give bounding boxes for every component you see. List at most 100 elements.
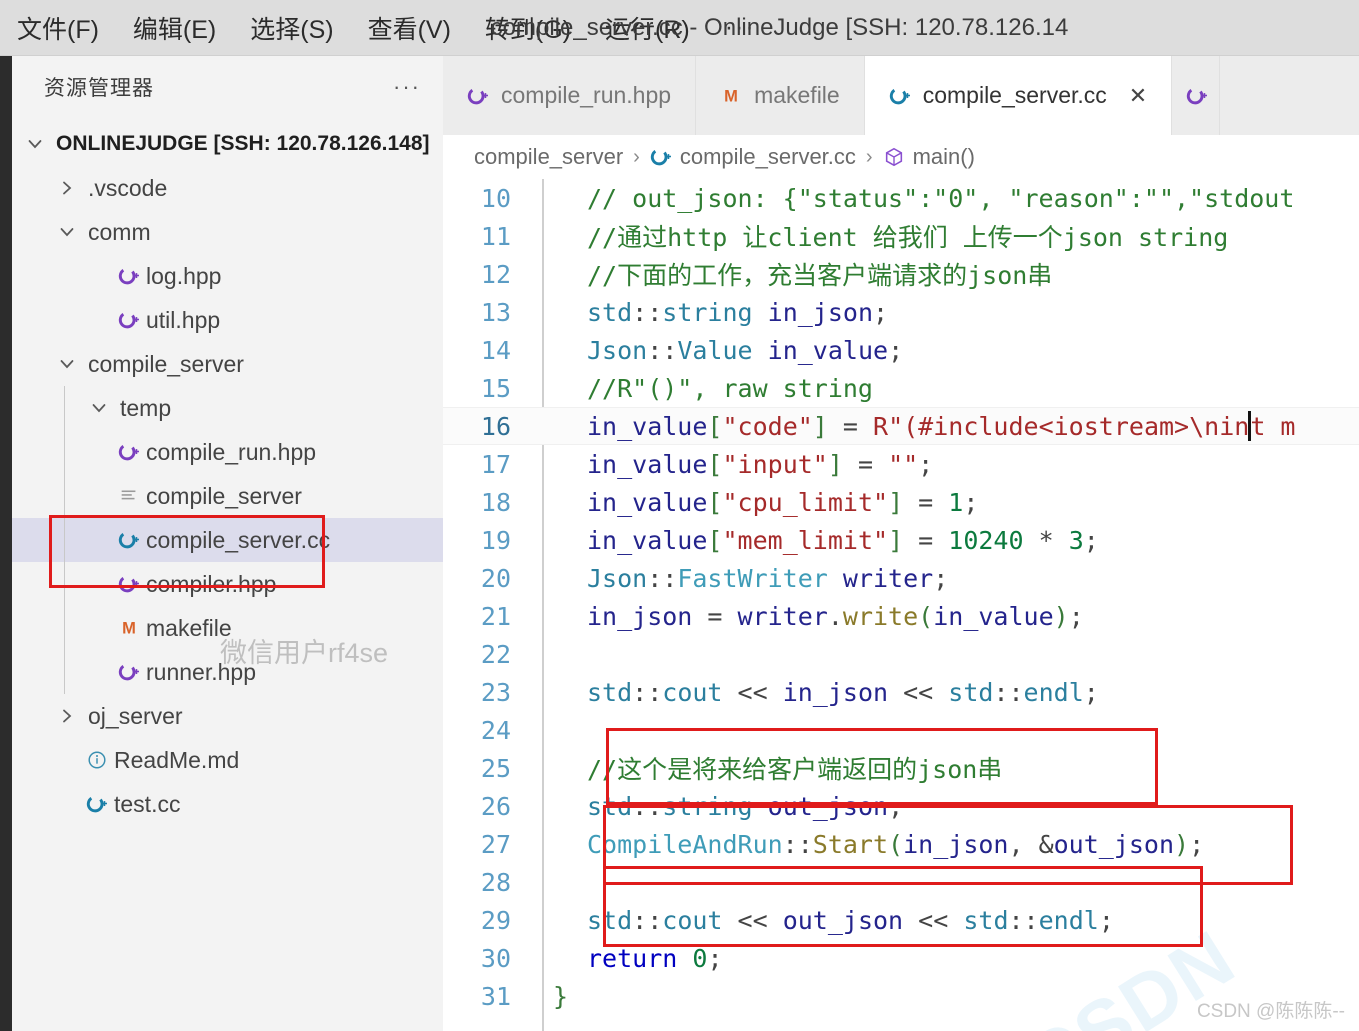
line-number: 19 (480, 525, 511, 555)
menu-run[interactable]: 运行(R) (588, 10, 707, 46)
line-number: 10 (480, 183, 511, 213)
tree-item-vscode[interactable]: .vscode (12, 166, 443, 210)
code-editor[interactable]: 10// out_json: {"status":"0", "reason":"… (443, 179, 1359, 1031)
code-token: = (827, 412, 874, 441)
tree-item-test-cc[interactable]: test.cc (12, 782, 443, 826)
code-line-24[interactable]: 24 (443, 711, 1359, 749)
code-token: << (722, 905, 783, 935)
tree-item-onlinejudge-ssh-120-78-126-148[interactable]: ONLINEJUDGE [SSH: 120.78.126.148] (12, 122, 443, 166)
code-line-22[interactable]: 22 (443, 635, 1359, 673)
code-token: :: (647, 563, 678, 593)
editor-tab-compile-server-cc[interactable]: compile_server.cc ✕ (864, 56, 1173, 135)
code-line-14[interactable]: 14 Json::Value in_value; (443, 331, 1359, 369)
explorer-title: 资源管理器 (44, 77, 154, 100)
code-line-20[interactable]: 20 Json::FastWriter writer; (443, 559, 1359, 597)
code-line-11[interactable]: 11 //通过http 让client 给我们 上传一个json string (443, 217, 1359, 255)
editor-tab-makefile[interactable]: Mmakefile (696, 56, 865, 135)
code-token: ; (933, 563, 949, 593)
code-token: 3 (1068, 525, 1084, 555)
chevron-down-icon[interactable] (54, 355, 80, 373)
tree-item-comm[interactable]: comm (12, 210, 443, 254)
tree-item-oj-server[interactable]: oj_server (12, 694, 443, 738)
tree-item-compiler-hpp[interactable]: compiler.hpp (12, 562, 443, 606)
code-token: return (587, 943, 678, 973)
tree-item-log-hpp[interactable]: log.hpp (12, 254, 443, 298)
menu-view[interactable]: 查看(V) (351, 10, 468, 46)
code-line-27[interactable]: 27 CompileAndRun::Start(in_json, &out_jso… (443, 825, 1359, 863)
code-line-content: //R"()", raw string (529, 374, 873, 403)
code-token: ] (812, 412, 828, 441)
tree-item-label: oj_server (88, 702, 183, 729)
code-token: out_json (767, 791, 889, 821)
chevron-right-icon[interactable] (54, 179, 80, 197)
csdn-watermark: CSDN @陈陈陈-- (1196, 1001, 1345, 1022)
breadcrumb-item-compile-server[interactable]: compile_server (474, 144, 623, 170)
code-line-23[interactable]: 23 std::cout << in_json << std::endl; (443, 673, 1359, 711)
menu-edit[interactable]: 编辑(E) (116, 10, 233, 46)
chevron-right-icon[interactable] (54, 707, 80, 725)
tree-item-compile-server[interactable]: compile_server (12, 342, 443, 386)
code-line-19[interactable]: 19 in_value["mem_limit"] = 10240 * 3; (443, 521, 1359, 559)
menu-file[interactable]: 文件(F) (0, 10, 116, 46)
code-token: "input" (722, 449, 828, 479)
code-token: ; (888, 335, 904, 365)
tree-item-temp[interactable]: temp (12, 386, 443, 430)
chevron-down-icon[interactable] (86, 399, 112, 417)
code-line-18[interactable]: 18 in_value["cpu_limit"] = 1; (443, 483, 1359, 521)
code-token: ] (827, 449, 843, 479)
menu-selection[interactable]: 选择(S) (233, 10, 350, 46)
code-token: << (722, 677, 783, 707)
code-token: in_value (587, 487, 708, 517)
code-token: endl (1038, 905, 1099, 935)
breadcrumb-item-compile-server-cc[interactable]: compile_server.cc (650, 144, 856, 170)
code-token: ] (888, 525, 904, 555)
menu-overflow-icon[interactable]: ··· (707, 13, 774, 42)
code-token: << (888, 677, 949, 707)
tree-item-readme-md[interactable]: ReadMe.md (12, 738, 443, 782)
line-number: 27 (480, 829, 511, 859)
code-line-16[interactable]: 16 in_value["code"] = R"(#include<iostrea… (443, 407, 1359, 445)
code-line-25[interactable]: 25 //这个是将来给客户端返回的json串 (443, 749, 1359, 787)
code-line-28[interactable]: 28 (443, 863, 1359, 901)
tab-close-icon[interactable]: ✕ (1129, 83, 1147, 109)
breadcrumb-item-main[interactable]: main() (883, 144, 975, 170)
code-token: endl (1023, 677, 1084, 707)
editor-group: compile_run.hpp Mmakefile compile_server.c… (443, 56, 1359, 1031)
code-token: in_value (587, 449, 708, 479)
activity-bar[interactable] (0, 56, 12, 1031)
chevron-down-icon[interactable] (54, 223, 80, 241)
tree-item-compile-run-hpp[interactable]: compile_run.hpp (12, 430, 443, 474)
code-token: string (662, 791, 753, 821)
code-token: ; (873, 297, 889, 327)
editor-tab-label: compile_server.cc (922, 82, 1107, 108)
tree-item-util-hpp[interactable]: util.hpp (12, 298, 443, 342)
code-line-12[interactable]: 12 //下面的工作，充当客户端请求的json串 (443, 255, 1359, 293)
vscode-window: 文件(F) 编辑(E) 选择(S) 查看(V) 转到(G) 运行(R) ··· compil… (0, 0, 1359, 1031)
code-line-29[interactable]: 29 std::cout << out_json << std::endl; (443, 901, 1359, 939)
code-token: :: (782, 829, 813, 859)
code-line-15[interactable]: 15 //R"()", raw string (443, 369, 1359, 407)
code-line-content: return 0; (529, 944, 723, 973)
editor-tab-compile-run-hpp[interactable]: compile_run.hpp (443, 56, 697, 135)
code-token: . (827, 601, 843, 631)
code-token: in_json (767, 297, 873, 327)
code-line-10[interactable]: 10 // out_json: {"status":"0", "reason":"… (443, 179, 1359, 217)
code-line-17[interactable]: 17 in_value["input"] = ""; (443, 445, 1359, 483)
tree-item-compile-server-cc[interactable]: compile_server.cc (12, 518, 443, 562)
explorer-more-actions-icon[interactable]: ··· (393, 74, 421, 100)
code-token: //下面的工作，充当客户端请求的json串 (587, 261, 1053, 290)
editor-tab-overflow[interactable] (1172, 56, 1221, 135)
code-token: = (692, 601, 738, 631)
code-token: ; (1083, 677, 1099, 707)
line-number: 23 (480, 677, 511, 707)
code-token: writer (737, 601, 828, 631)
menu-go[interactable]: 转到(G) (468, 10, 588, 46)
chevron-down-icon[interactable] (22, 135, 48, 153)
code-line-26[interactable]: 26 std::string out_json; (443, 787, 1359, 825)
code-token: Value (677, 335, 753, 365)
cpp-file-icon (467, 85, 489, 107)
tree-item-compile-server[interactable]: compile_server (12, 474, 443, 518)
code-line-content: } (529, 982, 568, 1011)
code-line-21[interactable]: 21 in_json = writer.write(in_value); (443, 597, 1359, 635)
code-line-13[interactable]: 13 std::string in_json; (443, 293, 1359, 331)
